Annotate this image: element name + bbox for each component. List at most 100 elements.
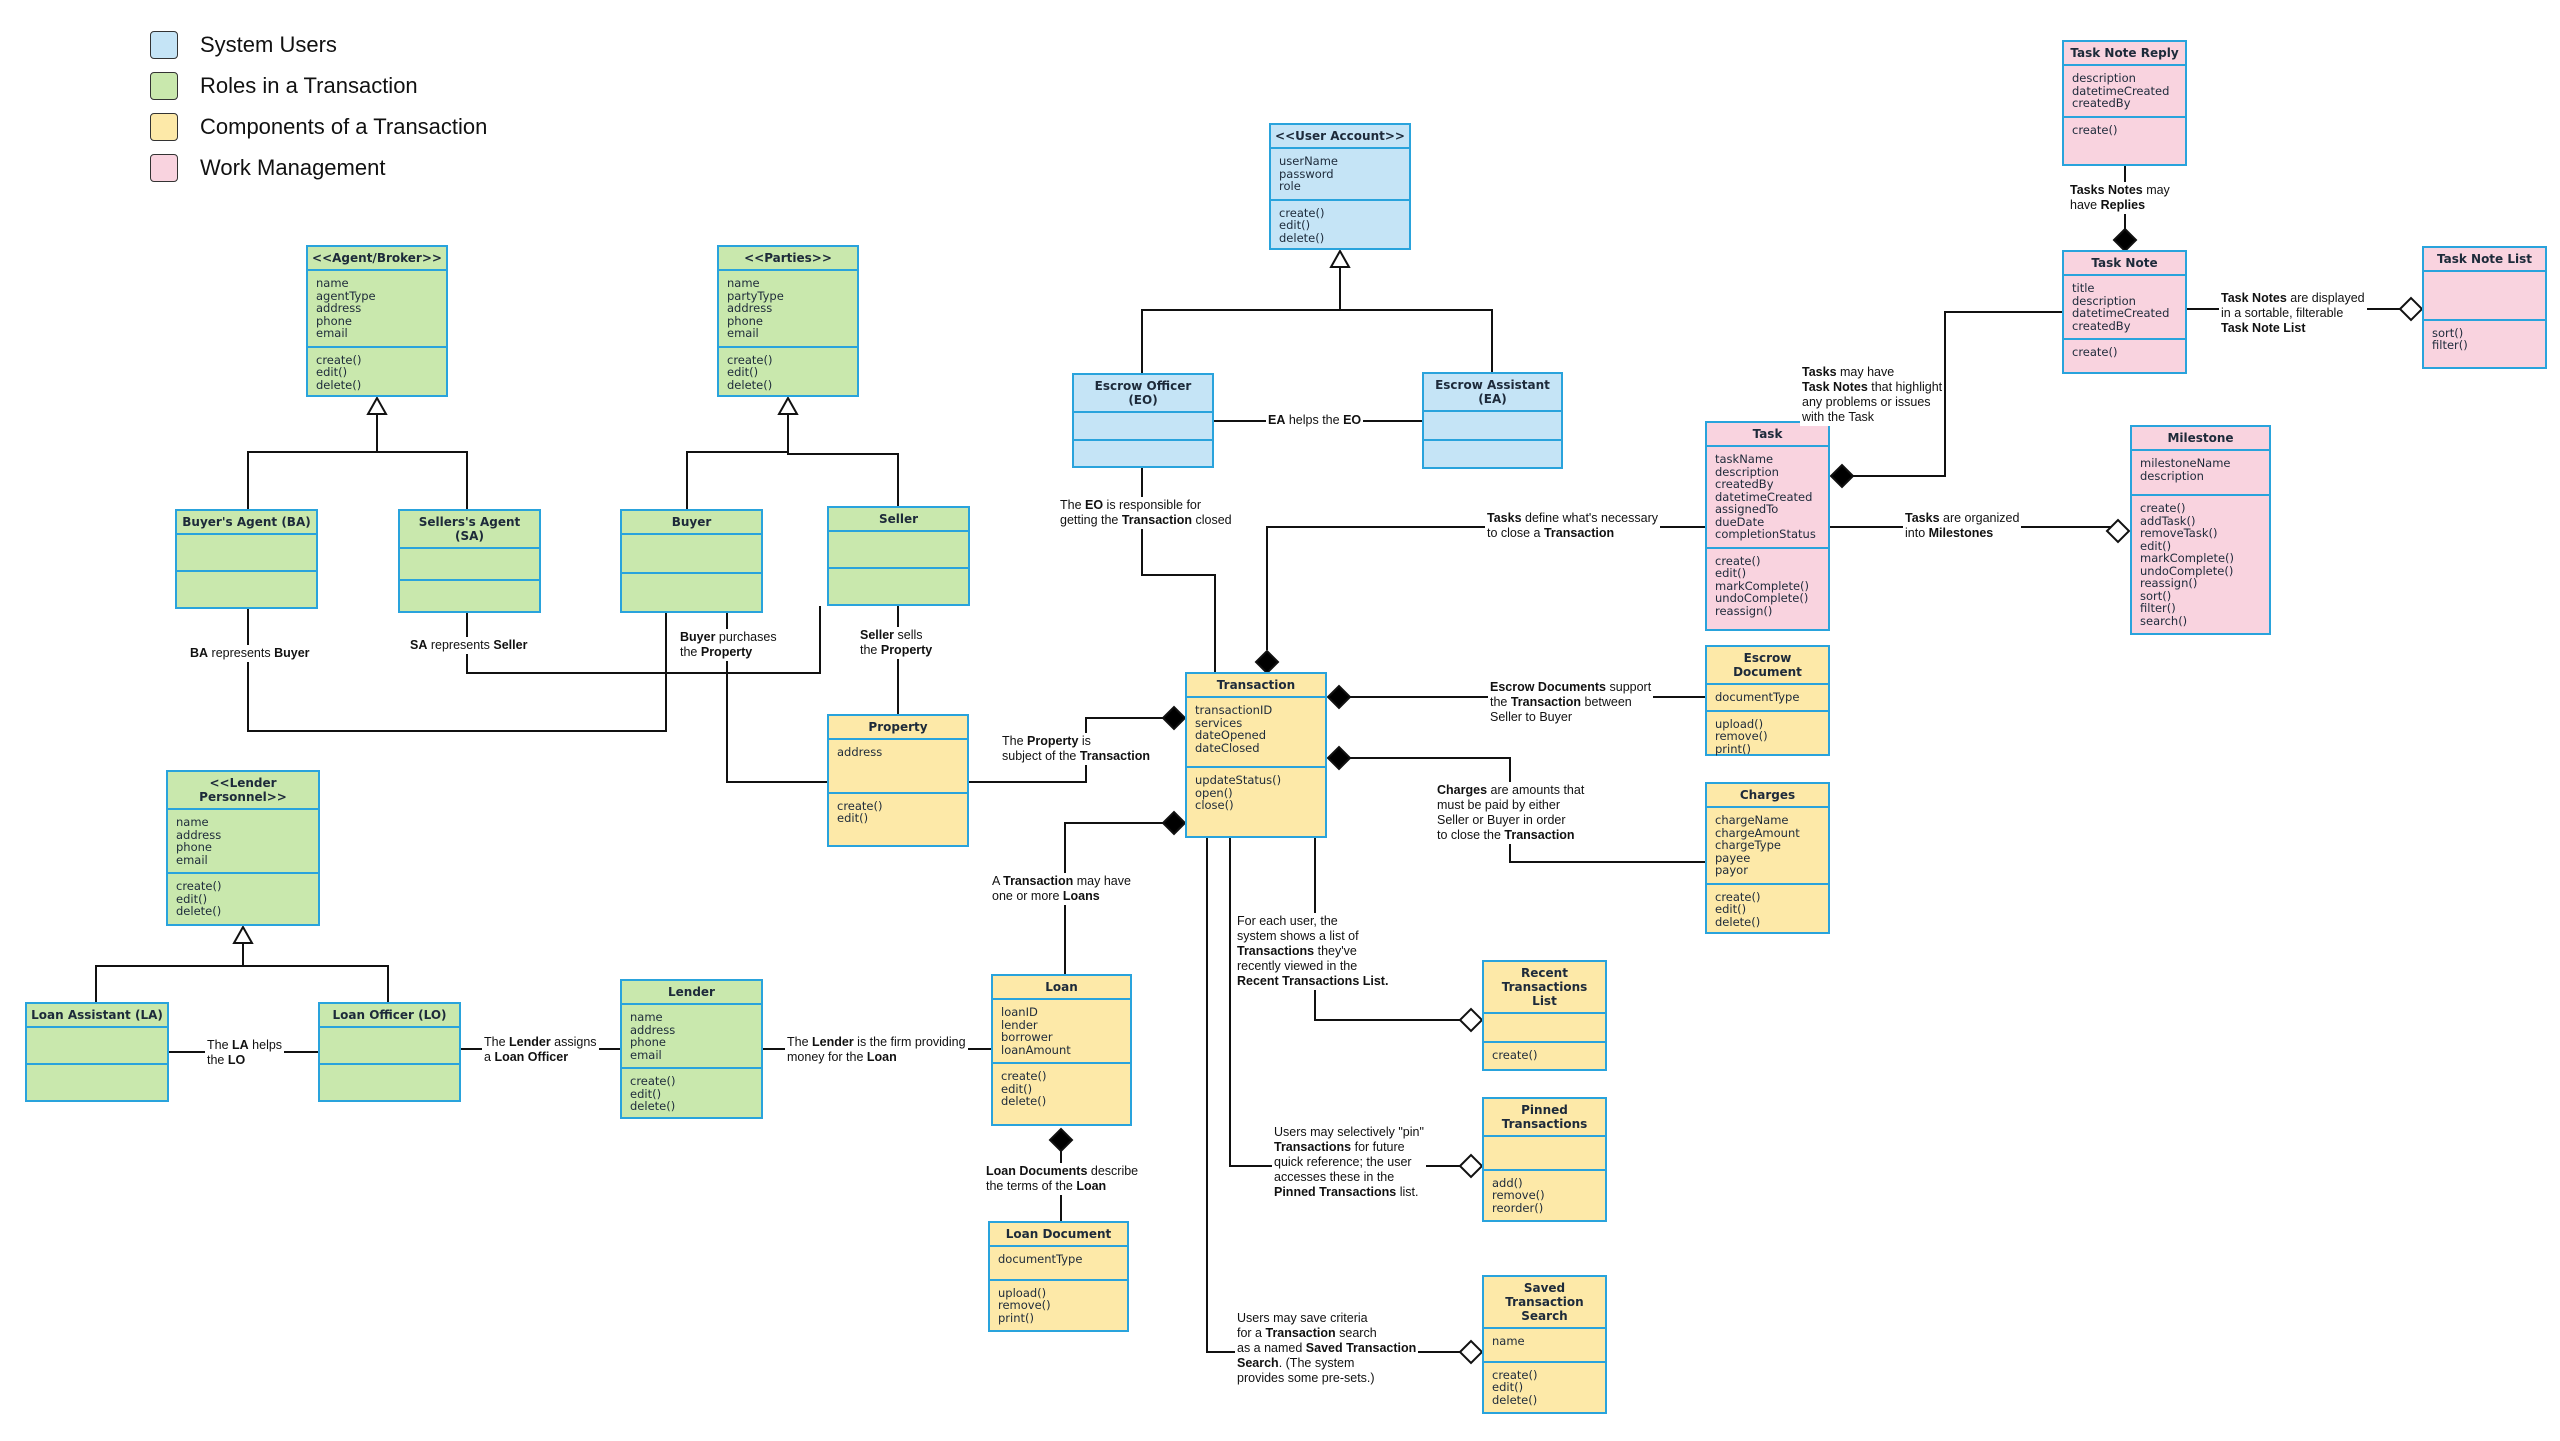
legend-swatch — [150, 153, 178, 182]
label-loan-docs-describe: Loan Documents describe the terms of the … — [984, 1163, 1141, 1195]
attribute: address — [727, 301, 773, 315]
label-eo-responsible: The EO is responsible for getting the Tra… — [1058, 497, 1234, 529]
class-buyer[interactable]: Buyer — [620, 509, 763, 613]
class-attributes: description datetimeCreated createdBy — [2064, 66, 2185, 118]
label-emphasis: Property — [880, 643, 933, 657]
class-name: Loan Document — [990, 1223, 1127, 1247]
label-property-subject: The Property is subject of the Transactio… — [1000, 733, 1152, 765]
class-property[interactable]: Property address create() edit() — [827, 714, 969, 847]
composition-diamond-icon — [1829, 463, 1855, 489]
class-parties[interactable]: <<Parties>> name partyType address phone emai… — [717, 245, 859, 397]
method: filter() — [2432, 338, 2468, 352]
label-charges-description: Charges are amounts that must be paid by … — [1435, 782, 1587, 844]
attribute: chargeName — [1715, 813, 1789, 827]
label-saved-search: Users may save criteria for a Transaction… — [1235, 1310, 1419, 1387]
generalization-arrow-icon — [1329, 248, 1351, 268]
attribute: loanID — [1001, 1005, 1038, 1019]
class-escrow-document[interactable]: Escrow Document documentType upload() remov… — [1705, 645, 1830, 756]
composition-diamond-icon — [1254, 649, 1280, 675]
label-tasks-milestones: Tasks are organized into Milestones — [1903, 510, 2022, 542]
class-methods: add() remove() reorder() — [1484, 1171, 1605, 1221]
class-buyers-agent[interactable]: Buyer's Agent (BA) — [175, 509, 318, 609]
label-emphasis: Loan Officer — [494, 1050, 569, 1064]
class-loan-officer[interactable]: Loan Officer (LO) — [318, 1002, 461, 1102]
class-attributes: name — [1484, 1329, 1605, 1363]
method: edit() — [316, 365, 348, 379]
aggregation-diamond-icon — [1458, 1339, 1484, 1365]
label-emphasis: Seller — [860, 628, 895, 642]
class-attributes: transactionID services dateOpened dateClose… — [1187, 698, 1325, 768]
class-attributes: chargeName chargeAmount chargeType payee pay… — [1707, 808, 1828, 885]
class-attributes — [622, 535, 761, 574]
class-task-note-list[interactable]: Task Note List sort() filter() — [2422, 246, 2547, 369]
attribute: datetimeCreated — [2072, 306, 2170, 320]
attribute: phone — [630, 1035, 666, 1049]
attribute: documentType — [998, 1252, 1083, 1266]
class-loan[interactable]: Loan loanID lender borrower loanAmount create… — [991, 974, 1132, 1126]
label-emphasis: Loan Documents — [986, 1164, 1088, 1178]
class-methods: create() — [2064, 340, 2185, 372]
class-methods: create() edit() delete() — [622, 1069, 761, 1119]
class-escrow-assistant[interactable]: Escrow Assistant (EA) — [1422, 372, 1563, 469]
class-task-note[interactable]: Task Note title description datetimeCreated… — [2062, 250, 2187, 374]
attribute: loanAmount — [1001, 1042, 1071, 1057]
class-loan-document[interactable]: Loan Document documentType upload() remove(… — [988, 1221, 1129, 1332]
label-emphasis: BA — [190, 646, 209, 660]
class-lender[interactable]: Lender name address phone email create() edit(… — [620, 979, 763, 1119]
class-loan-assistant[interactable]: Loan Assistant (LA) — [25, 1002, 169, 1102]
label-emphasis: Transactions — [1274, 1140, 1352, 1154]
class-attributes: name address phone email — [622, 1005, 761, 1069]
composition-diamond-icon — [1161, 705, 1187, 731]
class-seller[interactable]: Seller — [827, 506, 970, 606]
class-pinned-transactions[interactable]: Pinned Transactions add() remove() reorder(… — [1482, 1097, 1607, 1222]
label-seller-sells-property: Seller sells the Property — [858, 627, 935, 659]
class-charges[interactable]: Charges chargeName chargeAmount chargeType p… — [1705, 782, 1830, 934]
class-saved-transaction-search[interactable]: Saved Transaction Search name create() edit… — [1482, 1275, 1607, 1414]
class-methods — [1424, 441, 1561, 468]
label-emphasis: SA — [410, 638, 428, 652]
label-emphasis: Loan — [1076, 1179, 1107, 1193]
method: remove() — [1492, 1188, 1545, 1202]
label-ea-helps-eo: EA helps the EO — [1266, 412, 1364, 429]
class-escrow-officer[interactable]: Escrow Officer (EO) — [1072, 373, 1214, 468]
class-attributes: name partyType address phone email — [719, 271, 857, 348]
label-emphasis: Lender — [812, 1035, 854, 1049]
class-lender-personnel[interactable]: <<Lender Personnel>> name address phone emai… — [166, 770, 320, 926]
label-emphasis: Tasks — [1802, 365, 1837, 379]
class-task[interactable]: Task taskName description createdBy datetime… — [1705, 421, 1830, 631]
label-emphasis: Task Notes — [1802, 380, 1868, 394]
class-task-note-reply[interactable]: Task Note Reply description datetimeCreate… — [2062, 40, 2187, 166]
class-methods — [622, 574, 761, 611]
method: print() — [1715, 741, 1751, 756]
method: delete() — [630, 1099, 676, 1113]
class-methods: create() edit() delete() — [168, 874, 318, 924]
method: removeTask() — [2140, 526, 2218, 540]
connector-line — [1266, 526, 1705, 650]
attribute: milestoneName — [2140, 456, 2231, 470]
class-milestone[interactable]: Milestone milestoneName description create(… — [2130, 425, 2271, 635]
class-transaction[interactable]: Transaction transactionID services dateOpen… — [1185, 672, 1327, 838]
label-emphasis: Tasks — [1905, 511, 1940, 525]
label-emphasis: Buyer — [274, 646, 310, 660]
class-recent-transactions-list[interactable]: Recent Transactions List create() — [1482, 960, 1607, 1071]
method: edit() — [1715, 566, 1747, 580]
method: create() — [176, 879, 222, 893]
class-attributes: milestoneName description — [2132, 451, 2269, 496]
class-user-account[interactable]: <<User Account>> userName password role crea… — [1269, 123, 1411, 250]
class-sellers-agent[interactable]: Sellers's Agent (SA) — [398, 509, 541, 613]
label-sa-represents-seller: SA represents Seller — [408, 637, 530, 654]
class-methods: sort() filter() — [2424, 321, 2545, 368]
method: edit() — [1715, 902, 1747, 916]
class-attributes — [1424, 412, 1561, 441]
class-agent-broker[interactable]: <<Agent/Broker>> name agentType address phon… — [306, 245, 448, 397]
method: edit() — [727, 365, 759, 379]
label-notes-list: Task Notes are displayed in a sortable, f… — [2219, 290, 2367, 337]
attribute: name — [727, 276, 760, 290]
generalization-arrow-icon — [366, 395, 388, 415]
attribute: documentType — [1715, 690, 1800, 704]
attribute: description — [2072, 71, 2136, 85]
legend-swatch — [150, 112, 178, 141]
label-buyer-purchases-property: Buyer purchases the Property — [678, 629, 779, 661]
method: delete() — [727, 377, 773, 392]
label-emphasis: Buyer — [680, 630, 716, 644]
